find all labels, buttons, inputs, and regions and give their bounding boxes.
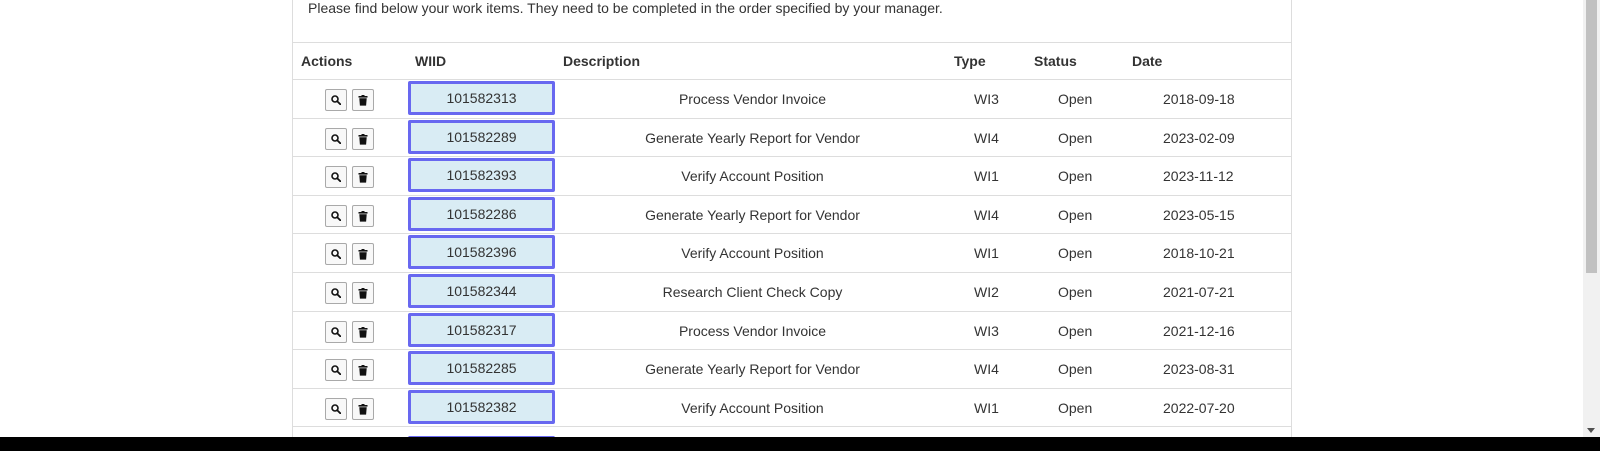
row-actions	[325, 127, 381, 150]
wiid-cell[interactable]: 101582396	[408, 235, 555, 270]
wiid-cell[interactable]: 101582317	[408, 312, 555, 347]
date-cell: 2022-07-20	[1163, 399, 1235, 416]
status-cell: Open	[1058, 129, 1093, 146]
table-row: 101582313 Process Vendor Invoice WI3 Open 20…	[293, 80, 1291, 119]
type-cell: WI4	[974, 206, 999, 223]
row-actions	[325, 243, 381, 266]
work-items-page: Please find below your work items. They …	[0, 0, 1600, 451]
delete-button[interactable]	[352, 204, 374, 227]
row-actions	[325, 166, 381, 189]
status-cell: Open	[1058, 361, 1093, 378]
delete-button[interactable]	[352, 89, 374, 111]
header-description[interactable]: Description	[563, 43, 640, 79]
view-button[interactable]	[325, 89, 347, 111]
status-cell: Open	[1058, 245, 1093, 262]
wiid-cell[interactable]: 101582285	[408, 351, 555, 386]
date-cell: 2023-05-15	[1163, 206, 1235, 223]
table-row: 101582289 Generate Yearly Report for Vend…	[293, 119, 1291, 158]
type-cell: WI2	[974, 283, 999, 300]
description-cell: Verify Account Position	[681, 168, 824, 185]
delete-button[interactable]	[352, 243, 374, 266]
type-cell: WI1	[974, 168, 999, 185]
status-cell: Open	[1058, 206, 1093, 223]
row-actions	[325, 397, 381, 420]
status-cell: Open	[1058, 91, 1093, 107]
header-type[interactable]: Type	[954, 43, 986, 79]
view-button[interactable]	[325, 359, 347, 382]
status-cell: Open	[1058, 399, 1093, 416]
delete-button[interactable]	[352, 320, 374, 343]
table-row: 101582344 Research Client Check Copy WI2 Op…	[293, 273, 1291, 312]
date-cell: 2018-10-21	[1163, 245, 1235, 262]
wiid-cell[interactable]: 101582382	[408, 389, 555, 424]
view-button[interactable]	[325, 166, 347, 189]
table-row: 101582317 Process Vendor Invoice WI3 Open 20…	[293, 312, 1291, 351]
row-actions	[325, 281, 381, 304]
description-cell: Verify Account Position	[681, 245, 824, 262]
wiid-cell[interactable]: 101582289	[408, 119, 555, 154]
type-cell: WI4	[974, 361, 999, 378]
wiid-cell[interactable]: 101582286	[408, 196, 555, 231]
row-actions	[325, 359, 381, 382]
table-row: 101582396 Verify Account Position WI1 Open 2…	[293, 234, 1291, 273]
status-cell: Open	[1058, 283, 1093, 300]
type-cell: WI1	[974, 245, 999, 262]
scrollbar-thumb[interactable]	[1586, 0, 1597, 273]
view-button[interactable]	[325, 243, 347, 266]
view-button[interactable]	[325, 320, 347, 343]
delete-button[interactable]	[352, 397, 374, 420]
description-cell: Generate Yearly Report for Vendor	[645, 129, 860, 146]
type-cell: WI3	[974, 91, 999, 107]
view-button[interactable]	[325, 281, 347, 304]
scroll-down-arrow-icon[interactable]	[1587, 428, 1595, 433]
description-cell: Generate Yearly Report for Vendor	[645, 361, 860, 378]
status-cell: Open	[1058, 168, 1093, 185]
header-actions: Actions	[301, 53, 353, 69]
type-cell: WI4	[974, 129, 999, 146]
type-cell: WI1	[974, 399, 999, 416]
header-wiid[interactable]: WIID	[415, 43, 446, 79]
date-cell: 2023-11-12	[1163, 168, 1234, 185]
view-button[interactable]	[325, 397, 347, 420]
view-button[interactable]	[325, 127, 347, 150]
description-cell: Process Vendor Invoice	[678, 91, 827, 107]
description-cell: Research Client Check Copy	[662, 283, 843, 300]
date-cell: 2023-08-31	[1163, 361, 1235, 378]
row-actions	[325, 204, 381, 227]
work-items-table: Actions WIID Description Type Status Dat…	[293, 42, 1291, 428]
row-actions	[325, 320, 381, 343]
table-row: 101582286 Generate Yearly Report for Vend…	[293, 196, 1291, 235]
table-body: 101582313 Process Vendor Invoice WI3 Open 20…	[293, 80, 1291, 428]
delete-button[interactable]	[352, 359, 374, 382]
bottom-bar	[0, 437, 1600, 451]
wiid-cell[interactable]: 101582393	[408, 158, 555, 193]
header-date[interactable]: Date	[1132, 43, 1162, 79]
row-actions	[325, 89, 381, 111]
description-cell: Process Vendor Invoice	[678, 322, 827, 339]
delete-button[interactable]	[352, 281, 374, 304]
description-cell: Verify Account Position	[681, 399, 824, 416]
delete-button[interactable]	[352, 166, 374, 189]
intro-text: Please find below your work items. They …	[308, 0, 943, 16]
view-button[interactable]	[325, 204, 347, 227]
wiid-cell[interactable]: 101582313	[408, 81, 555, 115]
header-status[interactable]: Status	[1034, 43, 1077, 79]
delete-button[interactable]	[352, 127, 374, 150]
type-cell: WI3	[974, 322, 999, 339]
date-cell: 2018-09-18	[1163, 91, 1235, 107]
description-cell: Generate Yearly Report for Vendor	[645, 206, 860, 223]
table-row: 101582393 Verify Account Position WI1 Open 2…	[293, 157, 1291, 196]
table-row: 101582382 Verify Account Position WI1 Open 2…	[293, 389, 1291, 428]
date-cell: 2021-07-21	[1163, 283, 1235, 300]
date-cell: 2023-02-09	[1163, 129, 1235, 146]
wiid-cell[interactable]: 101582344	[408, 273, 555, 308]
table-row: 101582285 Generate Yearly Report for Vend…	[293, 350, 1291, 389]
table-header: Actions WIID Description Type Status Dat…	[293, 43, 1291, 80]
work-items-panel: Please find below your work items. They …	[292, 0, 1292, 451]
status-cell: Open	[1058, 322, 1093, 339]
date-cell: 2021-12-16	[1163, 322, 1235, 339]
vertical-scrollbar[interactable]	[1583, 0, 1600, 437]
